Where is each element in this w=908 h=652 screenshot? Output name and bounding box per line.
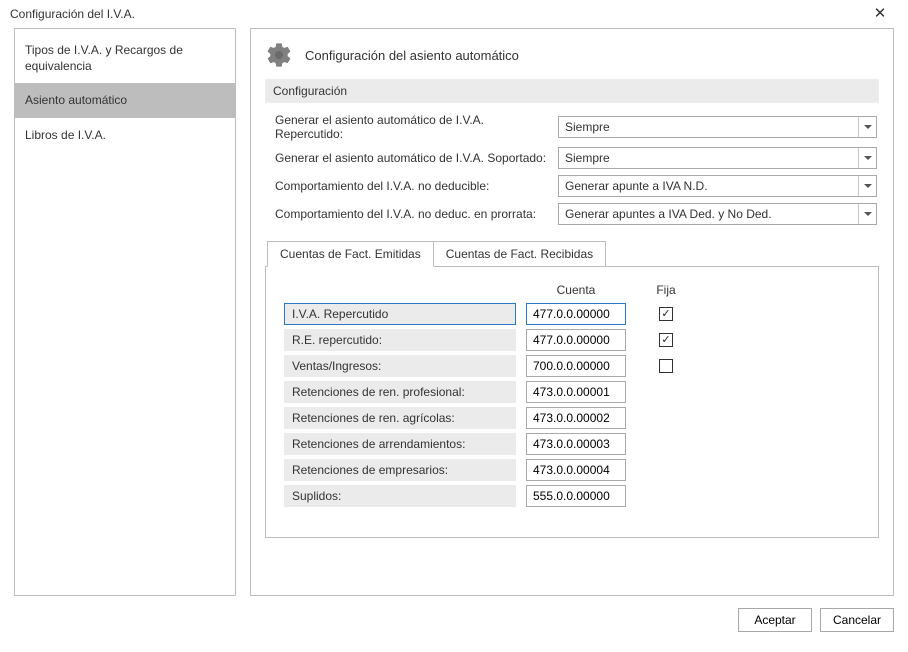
window-title: Configuración del I.V.A. (10, 7, 135, 21)
row-label-3: Retenciones de ren. profesional: (284, 381, 516, 403)
cuenta-input-2[interactable] (526, 355, 626, 377)
form-label-0: Generar el asiento automático de I.V.A. … (275, 113, 550, 141)
cuenta-input-4[interactable] (526, 407, 626, 429)
accept-button[interactable]: Aceptar (738, 608, 812, 632)
form-combo-1[interactable]: Siempre (558, 147, 877, 169)
table-row: Retenciones de ren. profesional: (284, 381, 860, 403)
row-label-5: Retenciones de arrendamientos: (284, 433, 516, 455)
tab-1[interactable]: Cuentas de Fact. Recibidas (433, 241, 606, 267)
tab-pane: Cuenta Fija I.V.A. Repercutido R.E. reper… (265, 266, 879, 538)
close-icon[interactable]: ✕ (860, 4, 900, 24)
chevron-down-icon (858, 148, 876, 168)
page-title: Configuración del asiento automático (305, 48, 519, 63)
chevron-down-icon (858, 117, 876, 137)
row-label-1: R.E. repercutido: (284, 329, 516, 351)
cuenta-input-5[interactable] (526, 433, 626, 455)
table-header: Cuenta Fija (284, 281, 860, 303)
col-fija: Fija (636, 283, 696, 297)
table-row: Retenciones de arrendamientos: (284, 433, 860, 455)
sidebar-item-0[interactable]: Tipos de I.V.A. y Recargos de equivalenc… (15, 33, 235, 83)
form-label-1: Generar el asiento automático de I.V.A. … (275, 151, 550, 165)
chevron-down-icon (858, 176, 876, 196)
table-row: Suplidos: (284, 485, 860, 507)
main-panel: Configuración del asiento automático Con… (250, 28, 894, 596)
sidebar-item-2[interactable]: Libros de I.V.A. (15, 118, 235, 152)
titlebar: Configuración del I.V.A. ✕ (0, 0, 908, 28)
chevron-down-icon (858, 204, 876, 224)
section-header: Configuración (265, 79, 879, 103)
row-label-4: Retenciones de ren. agrícolas: (284, 407, 516, 429)
cuenta-input-3[interactable] (526, 381, 626, 403)
cuenta-input-0[interactable] (526, 303, 626, 325)
dialog-footer: Aceptar Cancelar (0, 596, 908, 632)
gear-icon (265, 41, 293, 69)
row-label-6: Retenciones de empresarios: (284, 459, 516, 481)
sidebar: Tipos de I.V.A. y Recargos de equivalenc… (14, 28, 236, 596)
table-row: R.E. repercutido: (284, 329, 860, 351)
sidebar-item-1[interactable]: Asiento automático (15, 83, 235, 117)
cancel-button[interactable]: Cancelar (820, 608, 894, 632)
fija-checkbox-0[interactable] (659, 307, 673, 321)
cuenta-input-6[interactable] (526, 459, 626, 481)
table-row: I.V.A. Repercutido (284, 303, 860, 325)
form-combo-value-3: Generar apuntes a IVA Ded. y No Ded. (565, 207, 772, 221)
form-combo-0[interactable]: Siempre (558, 116, 877, 138)
tab-0[interactable]: Cuentas de Fact. Emitidas (267, 241, 434, 267)
fija-checkbox-2[interactable] (659, 359, 673, 373)
row-label-0: I.V.A. Repercutido (284, 303, 516, 325)
row-label-7: Suplidos: (284, 485, 516, 507)
fija-checkbox-1[interactable] (659, 333, 673, 347)
cuenta-input-1[interactable] (526, 329, 626, 351)
form-combo-value-1: Siempre (565, 151, 610, 165)
page-header: Configuración del asiento automático (265, 39, 879, 79)
form-combo-value-0: Siempre (565, 120, 610, 134)
table-row: Retenciones de ren. agrícolas: (284, 407, 860, 429)
tabs: Cuentas de Fact. EmitidasCuentas de Fact… (265, 241, 879, 267)
cuenta-input-7[interactable] (526, 485, 626, 507)
form-combo-2[interactable]: Generar apunte a IVA N.D. (558, 175, 877, 197)
form-combo-3[interactable]: Generar apuntes a IVA Ded. y No Ded. (558, 203, 877, 225)
table-row: Retenciones de empresarios: (284, 459, 860, 481)
table-row: Ventas/Ingresos: (284, 355, 860, 377)
col-cuenta: Cuenta (526, 283, 626, 297)
row-label-2: Ventas/Ingresos: (284, 355, 516, 377)
config-form: Generar el asiento automático de I.V.A. … (265, 113, 879, 235)
form-label-2: Comportamiento del I.V.A. no deducible: (275, 179, 550, 193)
form-label-3: Comportamiento del I.V.A. no deduc. en p… (275, 207, 550, 221)
form-combo-value-2: Generar apunte a IVA N.D. (565, 179, 708, 193)
